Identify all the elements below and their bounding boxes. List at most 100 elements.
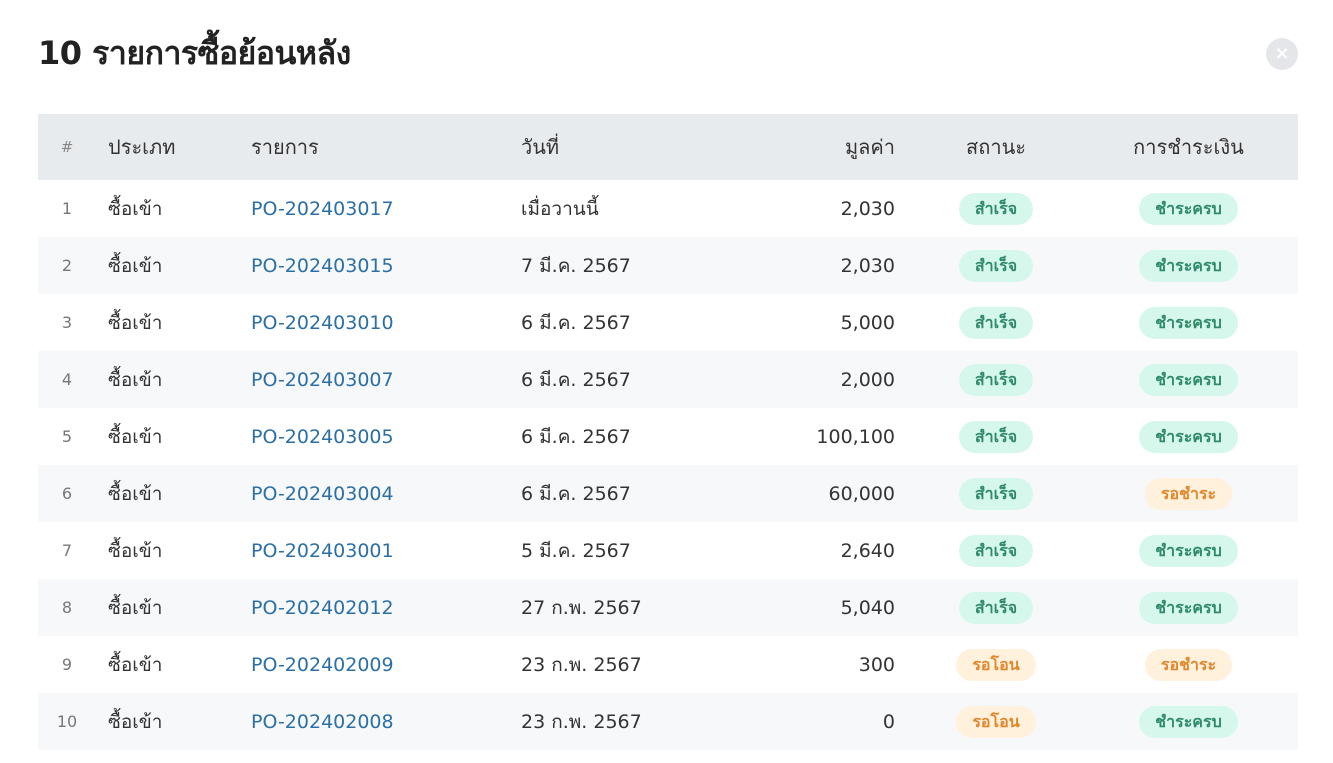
row-date: 7 มี.ค. 2567 (521, 254, 631, 277)
status-badge: สำเร็จ (958, 477, 1034, 510)
order-link[interactable]: PO-202403001 (251, 540, 394, 562)
status-badge: รอโอน (956, 648, 1036, 681)
modal-title: 10 รายการซื้อย้อนหลัง (38, 34, 351, 72)
row-number: 7 (61, 541, 73, 560)
row-type: ซื้อเข้า (108, 539, 163, 562)
row-value: 2,000 (840, 368, 895, 391)
table-row: 9 ซื้อเข้า PO-202402009 23 ก.พ. 2567 300… (38, 636, 1298, 693)
row-number: 9 (61, 655, 73, 674)
row-type: ซื้อเข้า (108, 653, 163, 676)
status-badge: สำเร็จ (958, 249, 1034, 282)
payment-badge: ชำระครบ (1139, 363, 1238, 396)
column-header-item: รายการ (251, 135, 319, 159)
table-row: 4 ซื้อเข้า PO-202403007 6 มี.ค. 2567 2,0… (38, 351, 1298, 408)
row-payment: ชำระครบ (1079, 237, 1298, 294)
row-value: 60,000 (828, 482, 895, 505)
payment-badge: ชำระครบ (1139, 591, 1238, 624)
payment-badge: รอชำระ (1144, 648, 1233, 681)
order-link[interactable]: PO-202402012 (251, 597, 394, 619)
row-item: PO-202403015 (251, 237, 521, 294)
row-type: ซื้อเข้า (108, 482, 163, 505)
row-item: PO-202402008 (251, 693, 521, 750)
column-header-payment: การชำระเงิน (1133, 135, 1244, 159)
row-status: สำเร็จ (913, 180, 1079, 237)
row-payment: รอชำระ (1079, 465, 1298, 522)
row-payment: ชำระครบ (1079, 351, 1298, 408)
row-item: PO-202402009 (251, 636, 521, 693)
row-status: สำเร็จ (913, 351, 1079, 408)
payment-badge: ชำระครบ (1139, 306, 1238, 339)
row-status: สำเร็จ (913, 237, 1079, 294)
row-value: 0 (882, 710, 895, 733)
order-link[interactable]: PO-202403005 (251, 426, 394, 448)
table-header-row: # ประเภท รายการ วันที่ มูลค่า สถานะ การช… (38, 114, 1298, 180)
row-number: 10 (56, 712, 78, 731)
row-number: 8 (61, 598, 73, 617)
row-date: 23 ก.พ. 2567 (521, 710, 642, 733)
row-date: 6 มี.ค. 2567 (521, 482, 631, 505)
row-number: 4 (61, 370, 73, 389)
close-icon[interactable]: × (1266, 38, 1298, 70)
row-payment: ชำระครบ (1079, 180, 1298, 237)
row-number: 1 (61, 199, 73, 218)
row-type: ซื้อเข้า (108, 368, 163, 391)
row-item: PO-202403004 (251, 465, 521, 522)
row-payment: ชำระครบ (1079, 693, 1298, 750)
order-link[interactable]: PO-202402008 (251, 711, 394, 733)
table-row: 7 ซื้อเข้า PO-202403001 5 มี.ค. 2567 2,6… (38, 522, 1298, 579)
order-link[interactable]: PO-202403010 (251, 312, 394, 334)
row-payment: รอชำระ (1079, 636, 1298, 693)
row-payment: ชำระครบ (1079, 408, 1298, 465)
table-body: 1 ซื้อเข้า PO-202403017 เมื่อวานนี้ 2,03… (38, 180, 1298, 750)
status-badge: สำเร็จ (958, 420, 1034, 453)
purchase-history-table: # ประเภท รายการ วันที่ มูลค่า สถานะ การช… (38, 114, 1298, 750)
row-value: 2,030 (840, 254, 895, 277)
row-date: เมื่อวานนี้ (521, 197, 599, 220)
row-type: ซื้อเข้า (108, 197, 163, 220)
row-value: 2,640 (840, 539, 895, 562)
row-date: 6 มี.ค. 2567 (521, 425, 631, 448)
row-number: 2 (61, 256, 73, 275)
row-value: 100,100 (816, 425, 895, 448)
payment-badge: ชำระครบ (1139, 705, 1238, 738)
status-badge: รอโอน (956, 705, 1036, 738)
row-date: 27 ก.พ. 2567 (521, 596, 642, 619)
status-badge: สำเร็จ (958, 306, 1034, 339)
order-link[interactable]: PO-202403017 (251, 198, 394, 220)
row-type: ซื้อเข้า (108, 254, 163, 277)
table-row: 3 ซื้อเข้า PO-202403010 6 มี.ค. 2567 5,0… (38, 294, 1298, 351)
row-status: รอโอน (913, 693, 1079, 750)
row-status: สำเร็จ (913, 294, 1079, 351)
table-row: 6 ซื้อเข้า PO-202403004 6 มี.ค. 2567 60,… (38, 465, 1298, 522)
row-value: 300 (858, 653, 895, 676)
row-value: 5,040 (840, 596, 895, 619)
row-status: สำเร็จ (913, 465, 1079, 522)
row-item: PO-202403007 (251, 351, 521, 408)
row-item: PO-202403010 (251, 294, 521, 351)
order-link[interactable]: PO-202403007 (251, 369, 394, 391)
column-header-number: # (60, 138, 74, 156)
row-value: 5,000 (840, 311, 895, 334)
table-row: 1 ซื้อเข้า PO-202403017 เมื่อวานนี้ 2,03… (38, 180, 1298, 237)
table-row: 10 ซื้อเข้า PO-202402008 23 ก.พ. 2567 0 … (38, 693, 1298, 750)
row-item: PO-202402012 (251, 579, 521, 636)
table-row: 2 ซื้อเข้า PO-202403015 7 มี.ค. 2567 2,0… (38, 237, 1298, 294)
payment-badge: รอชำระ (1144, 477, 1233, 510)
table-header: # ประเภท รายการ วันที่ มูลค่า สถานะ การช… (38, 114, 1298, 180)
payment-badge: ชำระครบ (1139, 249, 1238, 282)
order-link[interactable]: PO-202403015 (251, 255, 394, 277)
row-payment: ชำระครบ (1079, 522, 1298, 579)
order-link[interactable]: PO-202403004 (251, 483, 394, 505)
column-header-date: วันที่ (521, 135, 560, 159)
row-type: ซื้อเข้า (108, 710, 163, 733)
column-header-type: ประเภท (108, 135, 176, 159)
order-link[interactable]: PO-202402009 (251, 654, 394, 676)
payment-badge: ชำระครบ (1139, 192, 1238, 225)
row-date: 5 มี.ค. 2567 (521, 539, 631, 562)
row-status: สำเร็จ (913, 408, 1079, 465)
row-type: ซื้อเข้า (108, 596, 163, 619)
row-number: 3 (61, 313, 73, 332)
payment-badge: ชำระครบ (1139, 534, 1238, 567)
table-row: 5 ซื้อเข้า PO-202403005 6 มี.ค. 2567 100… (38, 408, 1298, 465)
row-status: รอโอน (913, 636, 1079, 693)
